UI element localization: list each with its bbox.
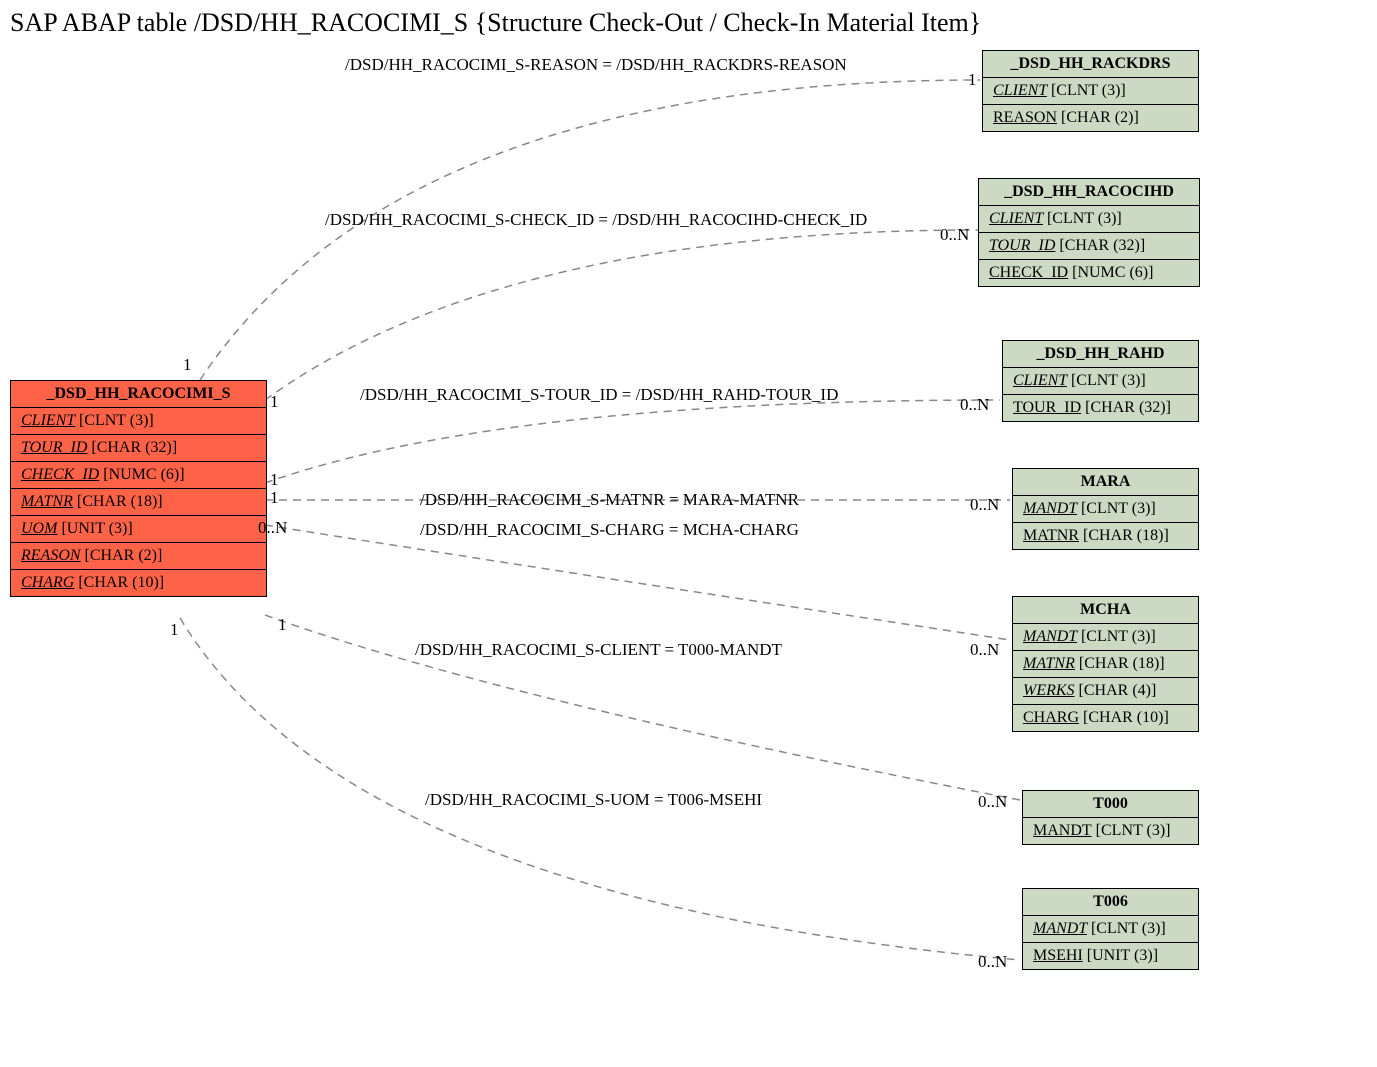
relation-label: /DSD/HH_RACOCIMI_S-REASON = /DSD/HH_RACK… — [345, 55, 847, 75]
entity-field: MATNR [CHAR (18)] — [1013, 523, 1198, 549]
entity-field: REASON [CHAR (2)] — [983, 105, 1198, 131]
entity-field: TOUR_ID [CHAR (32)] — [1003, 395, 1198, 421]
entity-field: CLIENT [CLNT (3)] — [1003, 368, 1198, 395]
entity-field: CHECK_ID [NUMC (6)] — [979, 260, 1199, 286]
cardinality-left: 1 — [170, 620, 179, 640]
entity-field: CHARG [CHAR (10)] — [1013, 705, 1198, 731]
entity-field: MANDT [CLNT (3)] — [1013, 496, 1198, 523]
cardinality-right: 0..N — [978, 952, 1007, 972]
relation-label: /DSD/HH_RACOCIMI_S-UOM = T006-MSEHI — [425, 790, 762, 810]
entity-header: _DSD_HH_RAHD — [1003, 341, 1198, 368]
entity-field: CLIENT [CLNT (3)] — [979, 206, 1199, 233]
entity-field: CHECK_ID [NUMC (6)] — [11, 462, 266, 489]
entity-header: MCHA — [1013, 597, 1198, 624]
cardinality-right: 0..N — [978, 792, 1007, 812]
entity-field: MATNR [CHAR (18)] — [11, 489, 266, 516]
entity-header: _DSD_HH_RACOCIMI_S — [11, 381, 266, 408]
cardinality-right: 0..N — [970, 495, 999, 515]
cardinality-left: 1 — [270, 488, 279, 508]
relation-label: /DSD/HH_RACOCIMI_S-TOUR_ID = /DSD/HH_RAH… — [360, 385, 838, 405]
entity-field: MATNR [CHAR (18)] — [1013, 651, 1198, 678]
entity-dsd-hh-rahd: _DSD_HH_RAHD CLIENT [CLNT (3)] TOUR_ID [… — [1002, 340, 1199, 422]
cardinality-right: 0..N — [970, 640, 999, 660]
cardinality-right: 0..N — [940, 225, 969, 245]
entity-mcha: MCHA MANDT [CLNT (3)] MATNR [CHAR (18)] … — [1012, 596, 1199, 732]
entity-field: MSEHI [UNIT (3)] — [1023, 943, 1198, 969]
entity-field: MANDT [CLNT (3)] — [1023, 818, 1198, 844]
entity-field: TOUR_ID [CHAR (32)] — [979, 233, 1199, 260]
entity-header: _DSD_HH_RACKDRS — [983, 51, 1198, 78]
entity-field: WERKS [CHAR (4)] — [1013, 678, 1198, 705]
entity-dsd-hh-racocihd: _DSD_HH_RACOCIHD CLIENT [CLNT (3)] TOUR_… — [978, 178, 1200, 287]
entity-dsd-hh-rackdrs: _DSD_HH_RACKDRS CLIENT [CLNT (3)] REASON… — [982, 50, 1199, 132]
entity-header: T006 — [1023, 889, 1198, 916]
entity-t006: T006 MANDT [CLNT (3)] MSEHI [UNIT (3)] — [1022, 888, 1199, 970]
entity-mara: MARA MANDT [CLNT (3)] MATNR [CHAR (18)] — [1012, 468, 1199, 550]
entity-header: T000 — [1023, 791, 1198, 818]
entity-field: UOM [UNIT (3)] — [11, 516, 266, 543]
entity-field: TOUR_ID [CHAR (32)] — [11, 435, 266, 462]
entity-dsd-hh-racocimi-s: _DSD_HH_RACOCIMI_S CLIENT [CLNT (3)] TOU… — [10, 380, 267, 597]
relation-label: /DSD/HH_RACOCIMI_S-MATNR = MARA-MATNR — [420, 490, 799, 510]
cardinality-right: 0..N — [960, 395, 989, 415]
cardinality-right: 1 — [968, 70, 977, 90]
entity-header: _DSD_HH_RACOCIHD — [979, 179, 1199, 206]
entity-field: CLIENT [CLNT (3)] — [983, 78, 1198, 105]
entity-field: CLIENT [CLNT (3)] — [11, 408, 266, 435]
cardinality-left: 1 — [270, 470, 279, 490]
entity-field: MANDT [CLNT (3)] — [1023, 916, 1198, 943]
entity-field: CHARG [CHAR (10)] — [11, 570, 266, 596]
entity-t000: T000 MANDT [CLNT (3)] — [1022, 790, 1199, 845]
cardinality-left: 1 — [270, 392, 279, 412]
cardinality-left: 0..N — [258, 518, 287, 538]
page-title: SAP ABAP table /DSD/HH_RACOCIMI_S {Struc… — [10, 8, 981, 38]
relation-label: /DSD/HH_RACOCIMI_S-CHECK_ID = /DSD/HH_RA… — [325, 210, 867, 230]
cardinality-left: 1 — [278, 615, 287, 635]
cardinality-left: 1 — [183, 355, 192, 375]
entity-field: MANDT [CLNT (3)] — [1013, 624, 1198, 651]
relation-label: /DSD/HH_RACOCIMI_S-CHARG = MCHA-CHARG — [420, 520, 799, 540]
relation-label: /DSD/HH_RACOCIMI_S-CLIENT = T000-MANDT — [415, 640, 782, 660]
entity-field: REASON [CHAR (2)] — [11, 543, 266, 570]
entity-header: MARA — [1013, 469, 1198, 496]
